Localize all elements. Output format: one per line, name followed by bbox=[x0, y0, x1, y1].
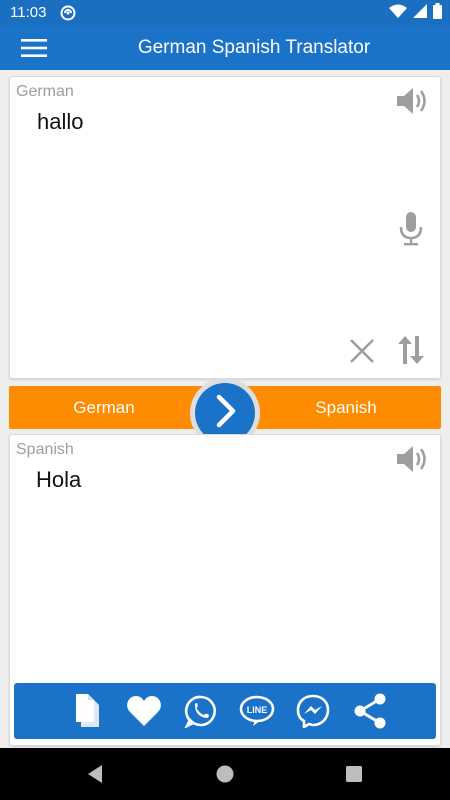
home-icon[interactable] bbox=[213, 762, 237, 786]
share-icon[interactable] bbox=[350, 691, 390, 731]
status-bar: 11:03 bbox=[0, 0, 450, 26]
status-icons bbox=[389, 2, 442, 24]
source-text-input[interactable]: hallo bbox=[37, 109, 83, 135]
source-language-button[interactable]: German bbox=[9, 386, 199, 429]
line-icon[interactable]: LINE bbox=[237, 691, 277, 731]
target-language-button[interactable]: Spanish bbox=[251, 386, 441, 429]
speaker-icon[interactable] bbox=[392, 85, 432, 117]
status-time: 11:03 bbox=[10, 4, 47, 21]
svg-text:LINE: LINE bbox=[247, 705, 268, 715]
hamburger-menu-icon[interactable] bbox=[14, 34, 54, 62]
sync-icon bbox=[60, 5, 76, 21]
app-bar: German Spanish Translator bbox=[0, 26, 450, 70]
target-text: Hola bbox=[36, 467, 82, 492]
clear-icon[interactable] bbox=[346, 335, 378, 367]
back-icon[interactable] bbox=[83, 762, 107, 786]
battery-icon bbox=[433, 2, 442, 24]
signal-icon bbox=[413, 3, 427, 23]
recents-icon[interactable] bbox=[342, 762, 366, 786]
source-card: German hallo bbox=[9, 76, 441, 379]
whatsapp-icon[interactable] bbox=[181, 691, 221, 731]
app-title: German Spanish Translator bbox=[137, 37, 371, 58]
microphone-icon[interactable] bbox=[396, 209, 426, 249]
swap-vertical-icon[interactable] bbox=[394, 333, 428, 367]
copy-icon[interactable] bbox=[68, 691, 108, 731]
source-language-label: German bbox=[16, 83, 74, 100]
target-language-label: Spanish bbox=[16, 441, 74, 458]
chevron-right-icon bbox=[211, 394, 239, 433]
share-bar: LINE bbox=[14, 683, 436, 739]
navigation-bar bbox=[0, 748, 450, 800]
favorite-icon[interactable] bbox=[124, 691, 164, 731]
wifi-icon bbox=[389, 4, 407, 23]
messenger-icon[interactable] bbox=[293, 691, 333, 731]
speaker-icon[interactable] bbox=[392, 443, 432, 475]
